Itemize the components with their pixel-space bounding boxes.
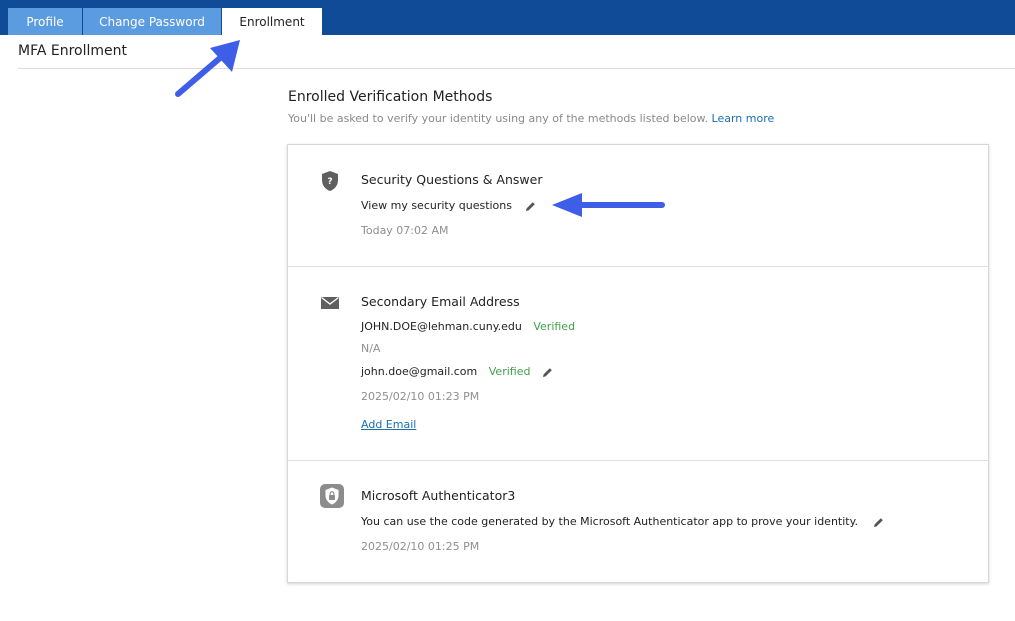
- security-questions-annotation-arrow-icon: [552, 193, 665, 217]
- shield-question-icon: ?: [322, 171, 338, 191]
- method-divider: [288, 266, 988, 267]
- svg-text:?: ?: [327, 177, 332, 187]
- add-email-link[interactable]: Add Email: [361, 418, 416, 431]
- tab-change-password[interactable]: Change Password: [83, 8, 221, 35]
- learn-more-link[interactable]: Learn more: [712, 112, 775, 125]
- edit-security-questions-pencil-icon[interactable]: [525, 201, 536, 212]
- secondary-email-value: john.doe@gmail.com: [361, 365, 478, 378]
- method-divider: [288, 460, 988, 461]
- authenticator-description: You can use the code generated by the Mi…: [361, 515, 859, 528]
- top-nav-bar: Profile Change Password Enrollment: [0, 0, 1015, 35]
- section-subtitle: You'll be asked to verify your identity …: [288, 112, 774, 125]
- primary-email-verified-badge: Verified: [533, 320, 576, 333]
- authenticator-lock-icon: [320, 484, 344, 508]
- edit-email-pencil-icon[interactable]: [542, 367, 553, 378]
- primary-email-row: JOHN.DOE@lehman.cuny.edu Verified: [361, 320, 575, 333]
- security-questions-timestamp: Today 07:02 AM: [361, 224, 449, 237]
- enrollment-tab-annotation-arrow-icon: [175, 40, 240, 97]
- authenticator-title: Microsoft Authenticator3: [361, 488, 516, 503]
- envelope-icon: [321, 296, 339, 309]
- secondary-email-title: Secondary Email Address: [361, 294, 520, 309]
- secondary-email-verified-badge: Verified: [488, 365, 531, 378]
- section-title: Enrolled Verification Methods: [288, 89, 493, 105]
- secondary-email-row: john.doe@gmail.com Verified: [361, 365, 530, 378]
- view-security-questions-text: View my security questions: [361, 199, 512, 212]
- primary-email-value: JOHN.DOE@lehman.cuny.edu: [361, 320, 522, 333]
- edit-authenticator-pencil-icon[interactable]: [873, 517, 884, 528]
- authenticator-timestamp: 2025/02/10 01:25 PM: [361, 540, 480, 553]
- tab-profile[interactable]: Profile: [8, 8, 82, 35]
- email-timestamp: 2025/02/10 01:23 PM: [361, 390, 480, 403]
- email-na-text: N/A: [361, 342, 381, 355]
- page-title: MFA Enrollment: [18, 43, 127, 59]
- security-questions-title: Security Questions & Answer: [361, 172, 543, 187]
- tab-enrollment[interactable]: Enrollment: [222, 8, 322, 35]
- section-subtitle-text: You'll be asked to verify your identity …: [288, 112, 709, 125]
